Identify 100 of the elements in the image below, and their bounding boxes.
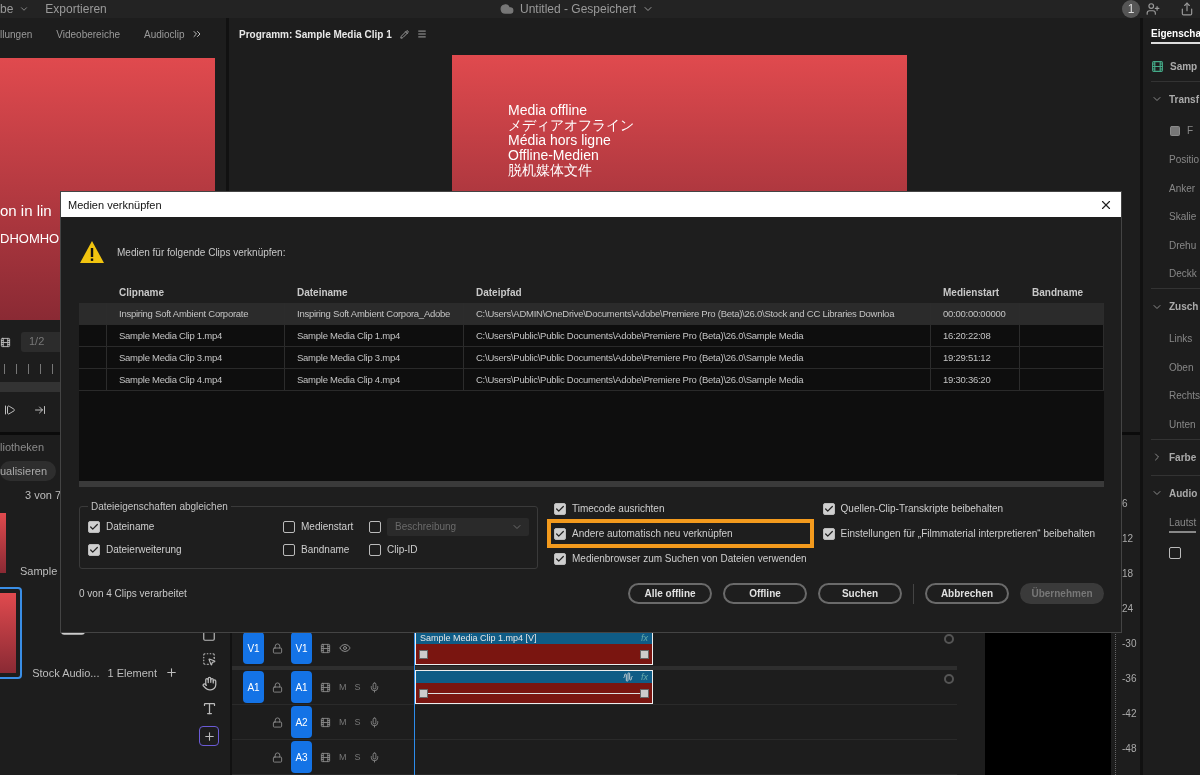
property-label: Positio xyxy=(1169,154,1199,165)
status-text: 0 von 4 Clips verarbeitet xyxy=(79,588,188,599)
clip-name: Sample Media Clip 1.mp4 [V] xyxy=(420,633,537,643)
meter-scale-label: 18 xyxy=(1122,567,1135,581)
panel-tab[interactable]: Audioclip xyxy=(144,28,185,40)
meter-scale-label: -42 xyxy=(1122,707,1137,721)
property-label: Unten xyxy=(1169,418,1196,430)
item-name: Sample xyxy=(20,565,58,577)
option-label: Timecode ausrichten xyxy=(572,503,665,514)
table-row[interactable]: Sample Media Clip 3.mp4 Sample Media Clip 3.mp4 C:\Users\Public\Public Documents\Adobe\Premiere Pro (Beta)\26.0\Sample Media 19:29:51:12 xyxy=(79,347,1104,369)
section-title[interactable]: Zusch xyxy=(1169,301,1199,313)
track-name-button[interactable]: A2 xyxy=(291,706,312,738)
solo-toggle[interactable]: S xyxy=(354,717,361,727)
slate-text: 脱机媒体文件 xyxy=(508,163,592,177)
option-label: Medienbrowser zum Suchen von Dateien verwenden xyxy=(572,553,807,564)
option-label: Quellen-Clip-Transkripte beibehalten xyxy=(840,503,1004,514)
video-clip[interactable]: Sample Media Clip 1.mp4 [V] fx xyxy=(415,631,653,665)
dialog-title: Medien verknüpfen xyxy=(68,198,162,211)
table-cell: 19:29:51:12 xyxy=(931,347,1020,368)
property-label: Anker xyxy=(1169,182,1196,194)
option-label: Bandname xyxy=(301,544,350,555)
panel-tab[interactable]: llungen xyxy=(0,28,33,40)
option-label: Andere automatisch neu verknüpfen xyxy=(572,528,733,539)
property-label: Oben xyxy=(1169,361,1194,373)
zoom-field[interactable]: 1/2 xyxy=(21,332,63,352)
property-label: Skalie xyxy=(1169,211,1197,223)
table-cell: Sample Media Clip 3.mp4 xyxy=(285,347,464,368)
property-label: Links xyxy=(1169,332,1193,344)
meter-scale-label: 24 xyxy=(1122,602,1135,616)
table-cell: C:\Users\Public\Public Documents\Adobe\Premiere Pro (Beta)\26.0\Sample Media xyxy=(464,325,931,346)
clip-name: Samp xyxy=(1170,60,1198,72)
option-label: Dateierweiterung xyxy=(106,544,182,555)
meter-scale-label: 6 xyxy=(1122,497,1129,511)
dialog-button[interactable]: Offline xyxy=(723,583,807,604)
column-header: Clipname xyxy=(118,285,165,300)
mute-toggle[interactable]: M xyxy=(339,752,347,762)
slate-text: on in lin xyxy=(0,203,52,218)
notification-badge: 1 xyxy=(1122,0,1140,18)
column-header: Dateiname xyxy=(296,285,349,300)
property-label: Rechts xyxy=(1169,390,1200,402)
meter-scale-label: 12 xyxy=(1122,532,1135,546)
item-name: Stock Audio... xyxy=(32,666,100,679)
dialog-message: Medien für folgende Clips verknüpfen: xyxy=(117,246,286,258)
slate-text: DHOMHO xyxy=(0,232,60,245)
property-label: F xyxy=(1187,125,1194,137)
fx-label: fx xyxy=(641,672,648,682)
track-target-button[interactable]: A1 xyxy=(243,671,264,703)
dialog-button[interactable]: Suchen xyxy=(818,583,902,604)
property-label: Drehu xyxy=(1169,239,1197,251)
slate-text: Offline-Medien xyxy=(508,148,599,162)
option-label: Dateiname xyxy=(106,521,155,532)
fx-label: fx xyxy=(641,633,648,643)
project-title[interactable]: Untitled - Gespeichert xyxy=(520,2,637,16)
dialog-button[interactable]: Abbrechen xyxy=(925,583,1009,604)
table-row[interactable]: Sample Media Clip 4.mp4 Sample Media Clip 4.mp4 C:\Users\Public\Public Documents\Adobe\Premiere Pro (Beta)\26.0\Sample Media 19:30:36:20 xyxy=(79,369,1104,391)
track-name-button[interactable]: V1 xyxy=(291,632,312,664)
panel-tab[interactable]: Videobereiche xyxy=(56,28,121,40)
table-row[interactable]: Sample Media Clip 1.mp4 Sample Media Clip 1.mp4 C:\Users\Public\Public Documents\Adobe\Premiere Pro (Beta)\26.0\Sample Media 16:20:22:08 xyxy=(79,325,1104,347)
option-label: Medienstart xyxy=(301,521,354,532)
column-header: Bandname xyxy=(1031,285,1085,300)
property-tab[interactable]: Lautst xyxy=(1169,516,1197,533)
table-cell: C:\Users\Public\Public Documents\Adobe\Premiere Pro (Beta)\26.0\Sample Media xyxy=(464,347,931,368)
slate-text: Media offline xyxy=(508,103,588,117)
option-label: Einstellungen für „Filmmaterial interpretieren“ beibehalten xyxy=(840,528,1096,539)
solo-toggle[interactable]: S xyxy=(354,752,361,762)
table-cell: Sample Media Clip 1.mp4 xyxy=(107,325,285,346)
item-count: 1 Element xyxy=(107,666,157,679)
table-cell: 16:20:22:08 xyxy=(931,325,1020,346)
mute-toggle[interactable]: M xyxy=(339,717,347,727)
slate-text: Média hors ligne xyxy=(508,133,611,147)
track-name-button[interactable]: A3 xyxy=(291,741,312,773)
section-title[interactable]: Transf xyxy=(1169,93,1199,105)
table-cell: Inspiring Soft Ambient Corpora_Adobe xyxy=(285,303,464,324)
table-cell: Sample Media Clip 4.mp4 xyxy=(107,369,285,390)
table-cell: Sample Media Clip 1.mp4 xyxy=(285,325,464,346)
panel-tab[interactable]: Programm: Sample Media Clip 1 xyxy=(239,28,392,40)
mute-toggle[interactable]: M xyxy=(339,682,347,692)
meter-scale-label: -30 xyxy=(1122,637,1137,651)
solo-toggle[interactable]: S xyxy=(354,682,361,692)
section-title[interactable]: Audio xyxy=(1169,487,1198,499)
table-cell: Sample Media Clip 3.mp4 xyxy=(107,347,285,368)
table-cell: C:\Users\Public\Public Documents\Adobe\Premiere Pro (Beta)\26.0\Sample Media xyxy=(464,369,931,390)
menu-item[interactable]: Exportieren xyxy=(45,2,107,16)
dialog-button[interactable]: Alle offline xyxy=(628,583,712,604)
track-target-button[interactable]: V1 xyxy=(243,632,264,664)
meter-scale-label: -36 xyxy=(1122,672,1137,686)
table-cell: C:\Users\ADMIN\OneDrive\Documents\Adobe\Premiere Pro (Beta)\26.0\Stock and CC Libraries Downloa xyxy=(464,303,931,324)
column-header: Medienstart xyxy=(942,285,1001,300)
menu-item[interactable]: be xyxy=(0,2,14,16)
option-label: Clip-ID xyxy=(387,544,418,555)
section-title[interactable]: Farbe xyxy=(1169,451,1197,463)
table-cell: Inspiring Soft Ambient Corporate xyxy=(107,303,285,324)
group-title: Dateieigenschaften abgleichen xyxy=(90,501,229,512)
property-label: Deckk xyxy=(1169,268,1197,280)
column-header: Dateipfad xyxy=(475,285,523,300)
table-cell: 00:00:00:00000 xyxy=(931,303,1020,324)
refresh-button[interactable]: ualisieren xyxy=(0,461,56,481)
table-row[interactable]: Inspiring Soft Ambient Corporate Inspiring Soft Ambient Corpora_Adobe C:\Users\ADMIN\OneDrive\Documents\Adobe\Premiere Pro (Beta)\26.0\Stock and CC Libraries Downloa 00:00:00:00000 xyxy=(79,303,1104,325)
track-name-button[interactable]: A1 xyxy=(291,671,312,703)
table-cell: 19:30:36:20 xyxy=(931,369,1020,390)
